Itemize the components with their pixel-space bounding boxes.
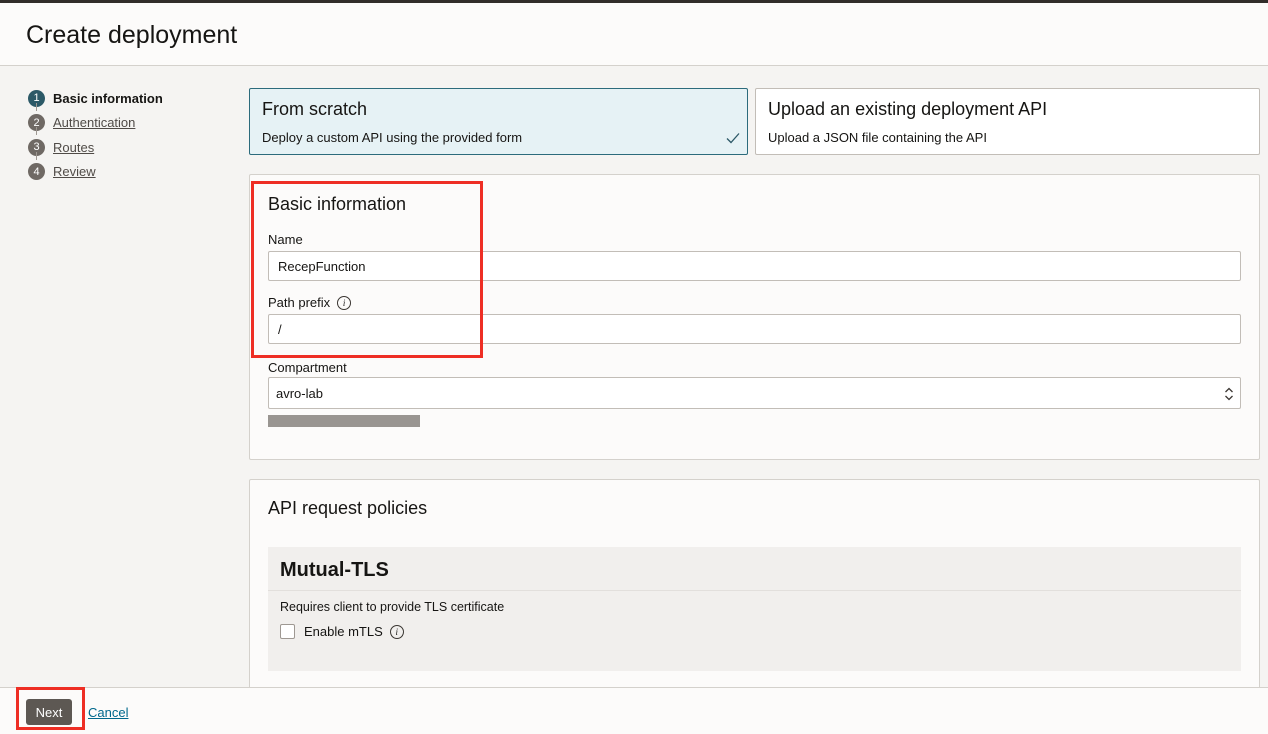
step-label[interactable]: Routes (53, 140, 94, 155)
path-prefix-label-text: Path prefix (268, 295, 331, 310)
section-title: API request policies (268, 498, 428, 518)
compartment-label-text: Compartment (268, 360, 347, 375)
step-connector (36, 152, 37, 160)
upload-existing-api-option[interactable]: Upload an existing deployment API Upload… (755, 88, 1260, 155)
checkmark-icon (726, 133, 740, 144)
step-connector (36, 103, 37, 111)
enable-mtls-row: Enable mTLS i (280, 624, 404, 639)
step-authentication[interactable]: 2 Authentication (28, 111, 163, 136)
info-icon[interactable]: i (337, 295, 352, 310)
name-input[interactable] (268, 251, 1241, 281)
option-title: From scratch (262, 99, 368, 119)
path-prefix-input[interactable] (268, 314, 1241, 344)
step-label: Basic information (53, 90, 163, 106)
step-connector (36, 127, 37, 135)
compartment-selected-value: avro-lab (276, 385, 323, 401)
mutual-tls-description: Requires client to provide TLS certifica… (280, 600, 505, 614)
path-prefix-label: Path prefix i (268, 295, 352, 310)
step-basic-information: 1 Basic information (28, 86, 163, 111)
info-icon[interactable]: i (389, 624, 404, 639)
compartment-label: Compartment (268, 360, 347, 375)
step-number: 4 (28, 163, 45, 181)
cancel-link[interactable]: Cancel (88, 705, 128, 720)
page-title: Create deployment (26, 21, 238, 49)
api-request-policies-panel: API request policies Mutual-TLS Requires… (249, 479, 1260, 689)
mutual-tls-section: Mutual-TLS Requires client to provide TL… (268, 547, 1241, 671)
mutual-tls-header: Mutual-TLS (268, 547, 1241, 591)
compartment-select[interactable]: avro-lab (268, 377, 1241, 409)
step-label[interactable]: Authentication (53, 115, 135, 130)
enable-mtls-checkbox[interactable] (280, 624, 295, 639)
section-title: Basic information (268, 194, 407, 214)
enable-mtls-label: Enable mTLS (304, 624, 383, 639)
step-label[interactable]: Review (53, 164, 96, 179)
select-arrows-icon (1225, 387, 1233, 401)
step-review[interactable]: 4 Review (28, 160, 163, 185)
name-label: Name (268, 232, 303, 247)
footer-bar: Next Cancel (0, 687, 1268, 734)
step-routes[interactable]: 3 Routes (28, 135, 163, 160)
option-title: Upload an existing deployment API (768, 99, 1048, 119)
mutual-tls-title: Mutual-TLS (280, 559, 389, 581)
page-header: Create deployment (0, 3, 1268, 66)
option-description: Upload a JSON file containing the API (768, 130, 987, 145)
name-label-text: Name (268, 232, 303, 247)
from-scratch-option[interactable]: From scratch Deploy a custom API using t… (249, 88, 748, 155)
basic-information-panel: Basic information Name Path prefix i Com… (249, 174, 1260, 460)
option-description: Deploy a custom API using the provided f… (262, 130, 523, 145)
wizard-steps: 1 Basic information 2 Authentication 3 R… (28, 86, 163, 184)
redacted-block (268, 415, 420, 427)
next-button[interactable]: Next (26, 699, 72, 725)
